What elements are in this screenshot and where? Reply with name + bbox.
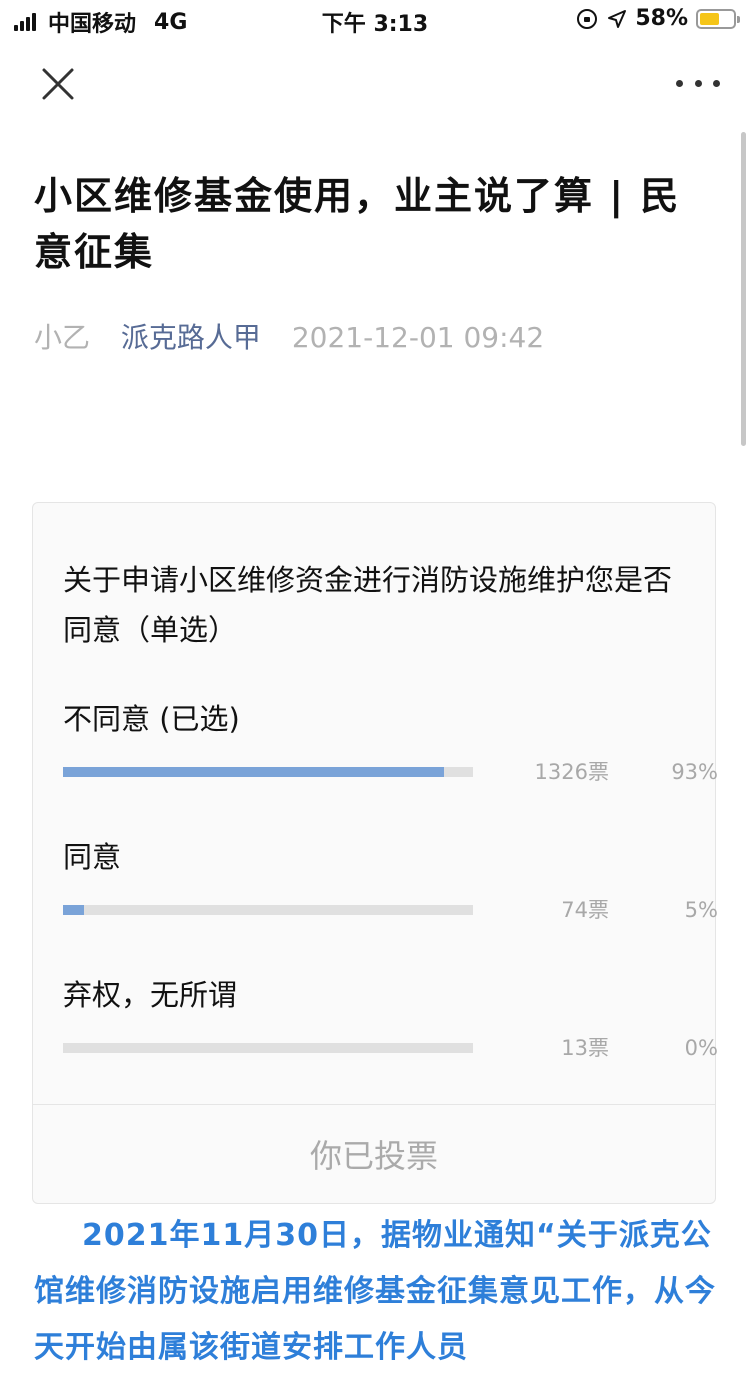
rotation-lock-icon [577, 8, 598, 29]
more-icon[interactable] [676, 70, 720, 96]
close-icon[interactable] [36, 62, 80, 106]
publish-time: 2021-12-01 09:42 [291, 321, 545, 354]
location-arrow-icon [608, 9, 627, 28]
account-name-link[interactable]: 派克路人甲 [121, 321, 261, 354]
vote-question: 关于申请小区维修资金进行消防设施维护您是否同意（单选） [63, 563, 673, 647]
article-title: 小区维修基金使用，业主说了算 | 民意征集 [34, 174, 681, 274]
original-tag: 小乙 [34, 321, 91, 354]
article-body-text: 2021年11月30日，据物业通知“关于派克公馆维修消防设施启用维修基金征集意见… [34, 1218, 716, 1365]
vote-count: 74票 [561, 898, 609, 922]
article-body-paragraph: 2021年11月30日，据物业通知“关于派克公馆维修消防设施启用维修基金征集意见… [34, 1208, 718, 1376]
scrollbar[interactable] [741, 132, 746, 446]
vote-option: 弃权，无所谓 13票 0% [63, 975, 718, 1065]
vote-count: 13票 [561, 1036, 609, 1060]
vote-bar-track [63, 767, 473, 777]
vote-bar-fill [63, 767, 445, 777]
vote-option-label: 弃权，无所谓 [63, 978, 238, 1012]
vote-bar-fill [63, 905, 84, 915]
vote-option-label: 不同意 (已选) [63, 702, 240, 736]
battery-fill [700, 12, 719, 25]
vote-percent: 0% [684, 1036, 718, 1060]
vote-bar-track [63, 905, 473, 915]
battery-icon [696, 8, 740, 29]
article-meta: 小乙 派克路人甲 2021-12-01 09:42 [34, 316, 544, 356]
vote-option: 不同意 (已选) 1326票 93% [63, 699, 718, 789]
battery-percent: 58% [635, 6, 688, 31]
vote-count: 1326票 [534, 760, 609, 784]
vote-card: 关于申请小区维修资金进行消防设施维护您是否同意（单选） 不同意 (已选) 132… [32, 502, 718, 1204]
voted-status-button: 你已投票 [33, 1104, 715, 1203]
status-right: 58% [577, 6, 740, 31]
status-bar: 中国移动 4G 下午 3:13 58% [0, 0, 750, 40]
vote-bar-track [63, 1043, 473, 1053]
vote-option-label: 同意 [63, 840, 122, 874]
vote-percent: 93% [671, 760, 718, 784]
vote-option: 同意 74票 5% [63, 837, 718, 927]
vote-percent: 5% [684, 898, 718, 922]
